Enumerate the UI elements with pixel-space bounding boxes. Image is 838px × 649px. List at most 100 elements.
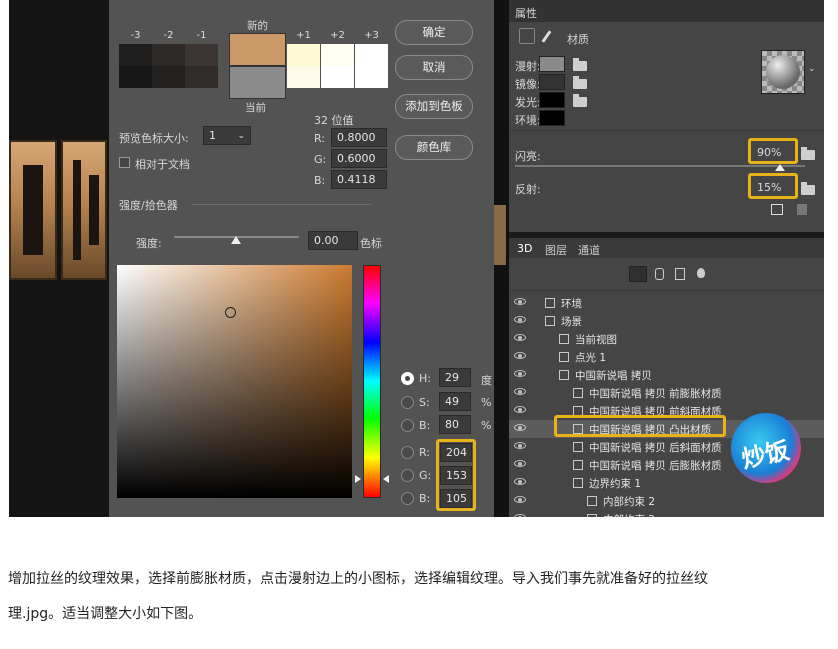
intensity-slider-thumb[interactable]: [231, 236, 241, 244]
layer-row[interactable]: 中国新说唱 拷贝 前膨胀材质: [509, 384, 824, 402]
s-radio[interactable]: [401, 396, 414, 409]
visibility-eye-icon[interactable]: [514, 460, 526, 467]
visibility-eye-icon[interactable]: [514, 352, 526, 359]
visibility-eye-icon[interactable]: [514, 496, 526, 503]
visibility-eye-icon[interactable]: [514, 442, 526, 449]
b-field[interactable]: 80: [439, 415, 471, 434]
layer-row[interactable]: 中国新说唱 拷贝: [509, 366, 824, 384]
glow-color-swatch[interactable]: [539, 92, 565, 108]
layer-row[interactable]: 内部约束 2: [509, 510, 824, 517]
b-radio[interactable]: [401, 419, 414, 432]
visibility-eye-icon[interactable]: [514, 478, 526, 485]
color-picker-cursor[interactable]: [225, 307, 236, 318]
layer-row[interactable]: 内部约束 2: [509, 492, 824, 510]
new-color-swatch: [229, 33, 286, 66]
divider: [509, 290, 824, 291]
intensity-label: 强度:: [136, 237, 162, 250]
trash-icon[interactable]: [797, 204, 807, 215]
layer-row[interactable]: 场景: [509, 312, 824, 330]
ok-button[interactable]: 确定: [395, 20, 473, 45]
tab-3d[interactable]: 3D: [517, 242, 532, 255]
hue-slider-left-arrow[interactable]: [355, 475, 361, 483]
r-float-field[interactable]: 0.8000: [331, 128, 387, 147]
visibility-eye-icon[interactable]: [514, 334, 526, 341]
ambient-color-swatch[interactable]: [539, 110, 565, 126]
layer-row[interactable]: 点光 1: [509, 348, 824, 366]
layer-row[interactable]: 当前视图: [509, 330, 824, 348]
preview-size-select[interactable]: 1 ⌄: [203, 126, 251, 145]
h-radio[interactable]: [401, 372, 414, 385]
swatch-plus-1[interactable]: [287, 44, 320, 88]
relative-to-doc-label: 相对于文档: [135, 158, 190, 171]
tab-channels[interactable]: 通道: [578, 242, 600, 258]
hue-slider-right-arrow[interactable]: [383, 475, 389, 483]
extrusion-highlight-box: [554, 415, 726, 437]
layer-label: 中国新说唱 拷贝 前膨胀材质: [589, 388, 722, 400]
reflection-texture-icon[interactable]: [801, 182, 815, 195]
shine-label: 闪亮:: [515, 150, 541, 163]
shine-texture-icon[interactable]: [801, 147, 815, 160]
brush-icon[interactable]: [541, 30, 552, 43]
g-radio[interactable]: [401, 469, 414, 482]
current-color-swatch[interactable]: [229, 66, 286, 99]
artwork-glyph: [61, 140, 107, 280]
artwork-stroke: [73, 160, 81, 260]
shine-slider-track[interactable]: [515, 165, 805, 167]
swatch-label: +3: [364, 30, 379, 41]
material-preview[interactable]: [761, 50, 805, 94]
layer-type-icon: [559, 352, 569, 362]
b-int-radio[interactable]: [401, 492, 414, 505]
new-color-label: 新的: [247, 20, 268, 32]
specular-color-swatch[interactable]: [539, 74, 565, 90]
swatch-plus-2[interactable]: [321, 44, 354, 88]
visibility-eye-icon[interactable]: [514, 388, 526, 395]
tab-layers[interactable]: 图层: [545, 242, 567, 258]
add-to-swatches-button[interactable]: 添加到色板: [395, 94, 473, 119]
relative-to-doc-checkbox[interactable]: [119, 157, 130, 168]
h-field[interactable]: 29: [439, 368, 471, 387]
filter-material-icon[interactable]: [675, 268, 685, 280]
layer-type-icon: [559, 334, 569, 344]
cancel-button[interactable]: 取消: [395, 55, 473, 80]
visibility-eye-icon[interactable]: [514, 298, 526, 305]
diffuse-color-swatch[interactable]: [539, 56, 565, 72]
material-tab-icon[interactable]: [519, 28, 535, 44]
saturation-brightness-field[interactable]: [117, 265, 352, 498]
r-float-label: R:: [314, 132, 326, 145]
texture-load-icon[interactable]: [771, 204, 783, 215]
visibility-eye-icon[interactable]: [514, 406, 526, 413]
rgb-highlight-box: [436, 439, 476, 511]
glow-texture-icon[interactable]: [573, 94, 587, 107]
intensity-field[interactable]: 0.00: [308, 231, 358, 250]
s-field[interactable]: 49: [439, 392, 471, 411]
layer-label: 内部约束 2: [603, 512, 655, 517]
r-radio[interactable]: [401, 446, 414, 459]
filter-mesh-icon[interactable]: [655, 268, 664, 280]
hue-slider[interactable]: [363, 265, 381, 498]
layer-type-icon: [587, 514, 597, 517]
b-float-field[interactable]: 0.4118: [331, 170, 387, 189]
specular-texture-icon[interactable]: [573, 76, 587, 89]
properties-panel: 属性 材质 漫射: 镜像: 发光: 环境: ⌄ 闪亮: 90% 反射: 15%: [509, 0, 824, 232]
layer-row[interactable]: 环境: [509, 294, 824, 312]
filter-light-icon[interactable]: [697, 268, 705, 278]
g-float-label: G:: [314, 153, 327, 166]
diffuse-texture-icon[interactable]: [573, 58, 587, 71]
swatch-minus-3[interactable]: [119, 44, 152, 88]
bit-depth-label: 32 位值: [314, 114, 354, 127]
shine-slider-thumb[interactable]: [775, 164, 785, 171]
canvas-artwork: [9, 0, 109, 517]
swatch-minus-2[interactable]: [152, 44, 185, 88]
filter-scene-icon[interactable]: [629, 266, 647, 282]
canvas-strip: [494, 0, 509, 517]
visibility-eye-icon[interactable]: [514, 316, 526, 323]
visibility-eye-icon[interactable]: [514, 514, 526, 517]
swatch-label: +1: [296, 30, 311, 41]
swatch-plus-3[interactable]: [355, 44, 388, 88]
chevron-down-icon[interactable]: ⌄: [808, 64, 816, 74]
color-libraries-button[interactable]: 颜色库: [395, 135, 473, 160]
g-float-field[interactable]: 0.6000: [331, 149, 387, 168]
swatch-minus-1[interactable]: [185, 44, 218, 88]
visibility-eye-icon[interactable]: [514, 424, 526, 431]
visibility-eye-icon[interactable]: [514, 370, 526, 377]
